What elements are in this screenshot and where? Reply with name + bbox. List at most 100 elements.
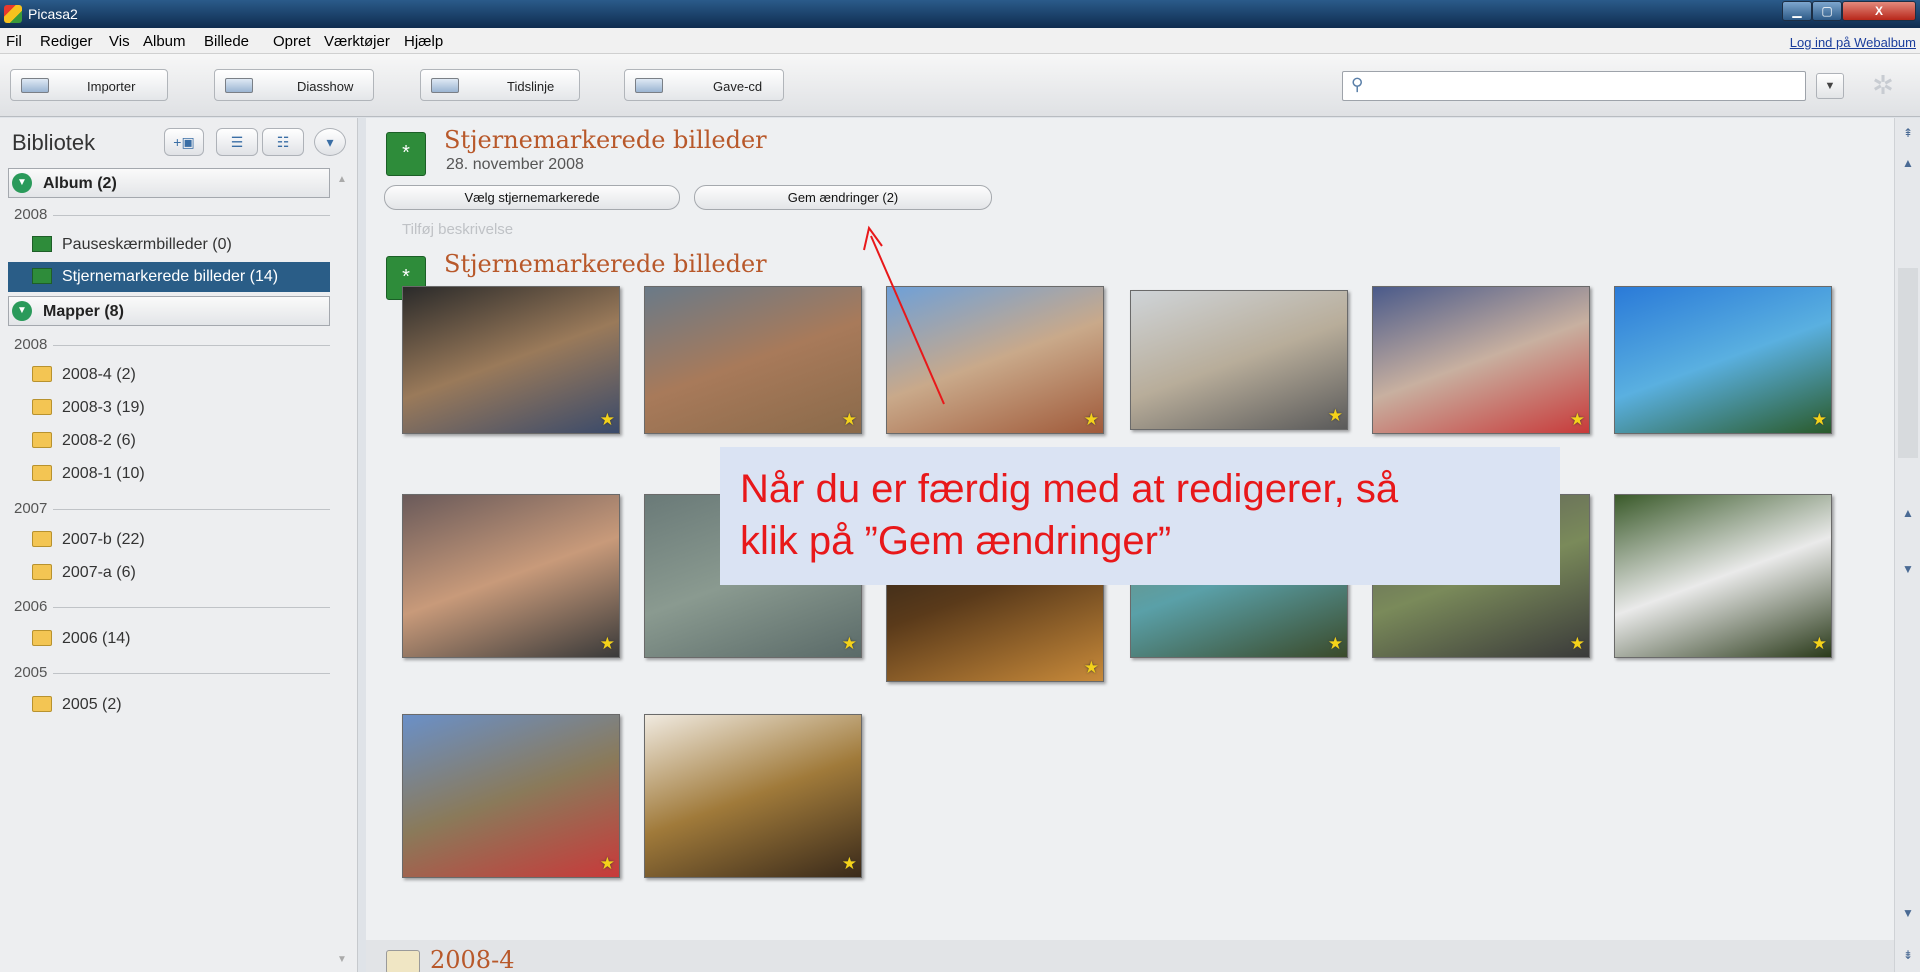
sidebar-item-folder[interactable]: 2008-3 (19)	[8, 393, 330, 423]
year-divider: 2005	[14, 664, 330, 682]
girl-reading-photo[interactable]: ★	[1372, 286, 1590, 434]
select-starred-button[interactable]: Vælg stjernemarkerede	[384, 185, 680, 210]
year-label: 2008	[14, 336, 54, 353]
sidebar-item-folder[interactable]: 2008-2 (6)	[8, 426, 330, 456]
timeline-icon	[431, 78, 459, 93]
search-input[interactable]: ⚲	[1342, 71, 1806, 101]
folder-icon	[32, 564, 52, 580]
menu-album[interactable]: Album	[143, 33, 186, 50]
album-section-header[interactable]: ▼ Album (2)	[8, 168, 330, 198]
folders-section-header[interactable]: ▼ Mapper (8)	[8, 296, 330, 326]
import-button[interactable]: Importer	[10, 69, 168, 101]
album-title[interactable]: Stjernemarkerede billeder	[444, 126, 767, 154]
folder-icon	[32, 630, 52, 646]
album-title-repeat: Stjernemarkerede billeder	[444, 250, 767, 278]
menu-vis[interactable]: Vis	[109, 33, 130, 50]
sidebar-item-label: Stjernemarkerede billeder (14)	[62, 268, 279, 285]
picasa-app-icon	[4, 5, 22, 23]
scroll-down-icon[interactable]: ▼	[334, 954, 350, 965]
album-date: 28. november 2008	[446, 156, 584, 173]
scroll-bottom-icon[interactable]: ⇟	[1899, 948, 1917, 966]
children-photo[interactable]: ★	[402, 286, 620, 434]
sidebar-item-starred[interactable]: Stjernemarkerede billeder (14)	[8, 262, 330, 292]
main-scrollbar[interactable]: ⇞ ▲ ▲ ▼ ▼ ⇟	[1894, 118, 1920, 972]
scroll-down-icon[interactable]: ▼	[1899, 906, 1917, 924]
search-options-dropdown[interactable]: ▼	[1816, 73, 1844, 99]
sidebar-item-folder[interactable]: 2006 (14)	[8, 624, 330, 654]
scroll-up-icon[interactable]: ▲	[334, 174, 350, 185]
timeline-button[interactable]: Tidslinje	[420, 69, 580, 101]
new-album-button[interactable]: +▣	[164, 128, 204, 156]
scroll-thumb[interactable]	[1898, 268, 1918, 458]
save-changes-button[interactable]: Gem ændringer (2)	[694, 185, 992, 210]
menu-hjaelp[interactable]: Hjælp	[404, 33, 443, 50]
tree-view-button[interactable]: ☷	[262, 128, 304, 156]
swan-photo[interactable]: ★	[1614, 494, 1832, 658]
scroll-down-icon[interactable]: ▼	[1899, 562, 1917, 580]
slideshow-icon	[225, 78, 253, 93]
year-divider: 2008	[14, 206, 330, 224]
sidebar-item-label: 2008-2 (6)	[62, 432, 136, 449]
sidebar-item-label: Pauseskærmbilleder (0)	[62, 236, 232, 253]
chevron-down-icon: ▾	[326, 134, 334, 150]
menu-fil[interactable]: Fil	[6, 33, 22, 50]
gift-cd-button[interactable]: Gave-cd	[624, 69, 784, 101]
collapse-triangle-icon: ▼	[12, 301, 32, 321]
import-icon	[21, 78, 49, 93]
webalbum-login-link[interactable]: Log ind på Webalbum	[1790, 35, 1916, 50]
star-icon: ★	[841, 854, 857, 873]
year-label: 2007	[14, 500, 54, 517]
menu-rediger[interactable]: Rediger	[40, 33, 93, 50]
sidebar-item-folder[interactable]: 2007-b (22)	[8, 525, 330, 555]
monument-valley-photo[interactable]: ★	[886, 286, 1104, 434]
loading-spinner-icon: ✲	[1872, 70, 1894, 100]
album-icon	[32, 268, 52, 284]
sidebar-item-screensaver[interactable]: Pauseskærmbilleder (0)	[8, 230, 330, 260]
cannon-kids-photo[interactable]: ★	[402, 714, 620, 878]
folder-title[interactable]: 2008-4	[430, 946, 514, 972]
folder-icon	[32, 696, 52, 712]
sidebar-item-folder[interactable]: 2005 (2)	[8, 690, 330, 720]
scroll-up-icon[interactable]: ▲	[1899, 156, 1917, 174]
title-bar: Picasa2 ▁ ▢ X	[0, 0, 1920, 28]
year-divider: 2008	[14, 336, 330, 354]
sidebar-scrollbar[interactable]: ▲ ▼	[334, 168, 350, 968]
maximize-button[interactable]: ▢	[1812, 1, 1842, 21]
canyon-photo[interactable]: ★	[644, 286, 862, 434]
sidebar-item-label: 2005 (2)	[62, 696, 122, 713]
view-options-button[interactable]: ▾	[314, 128, 346, 156]
star-icon: ★	[1569, 410, 1585, 429]
desert-road-photo[interactable]: ★	[1130, 290, 1348, 430]
sidebar-item-label: 2008-4 (2)	[62, 366, 136, 383]
album-icon	[32, 236, 52, 252]
list-view-icon: ☰	[230, 134, 244, 150]
star-icon: ★	[1811, 634, 1827, 653]
folder-icon	[32, 465, 52, 481]
menu-billede[interactable]: Billede	[204, 33, 249, 50]
list-view-button[interactable]: ☰	[216, 128, 258, 156]
menu-opret[interactable]: Opret	[273, 33, 311, 50]
minimize-button[interactable]: ▁	[1782, 1, 1812, 21]
scroll-top-icon[interactable]: ⇞	[1899, 126, 1917, 144]
sidebar-item-label: 2006 (14)	[62, 630, 131, 647]
sidebar-item-label: 2008-1 (10)	[62, 465, 145, 482]
menu-vaerktoejer[interactable]: Værktøjer	[324, 33, 390, 50]
folder-icon	[32, 399, 52, 415]
sidebar-item-label: 2007-b (22)	[62, 531, 145, 548]
boy-on-shoulders-photo[interactable]: ★	[1614, 286, 1832, 434]
year-divider: 2006	[14, 598, 330, 616]
beach-sunset-photo[interactable]: ★	[402, 494, 620, 658]
folder-icon	[386, 950, 420, 972]
star-icon: ★	[1811, 410, 1827, 429]
star-icon: ★	[1083, 410, 1099, 429]
search-icon: ⚲	[1351, 75, 1364, 94]
brass-horn-photo[interactable]: ★	[644, 714, 862, 878]
close-button[interactable]: X	[1842, 1, 1916, 21]
scroll-up-icon[interactable]: ▲	[1899, 506, 1917, 524]
add-description-field[interactable]: Tilføj beskrivelse	[402, 221, 513, 238]
star-icon: ★	[1083, 658, 1099, 677]
sidebar-item-folder[interactable]: 2008-1 (10)	[8, 459, 330, 489]
sidebar-item-folder[interactable]: 2008-4 (2)	[8, 360, 330, 390]
sidebar-item-folder[interactable]: 2007-a (6)	[8, 558, 330, 588]
slideshow-button[interactable]: Diasshow	[214, 69, 374, 101]
